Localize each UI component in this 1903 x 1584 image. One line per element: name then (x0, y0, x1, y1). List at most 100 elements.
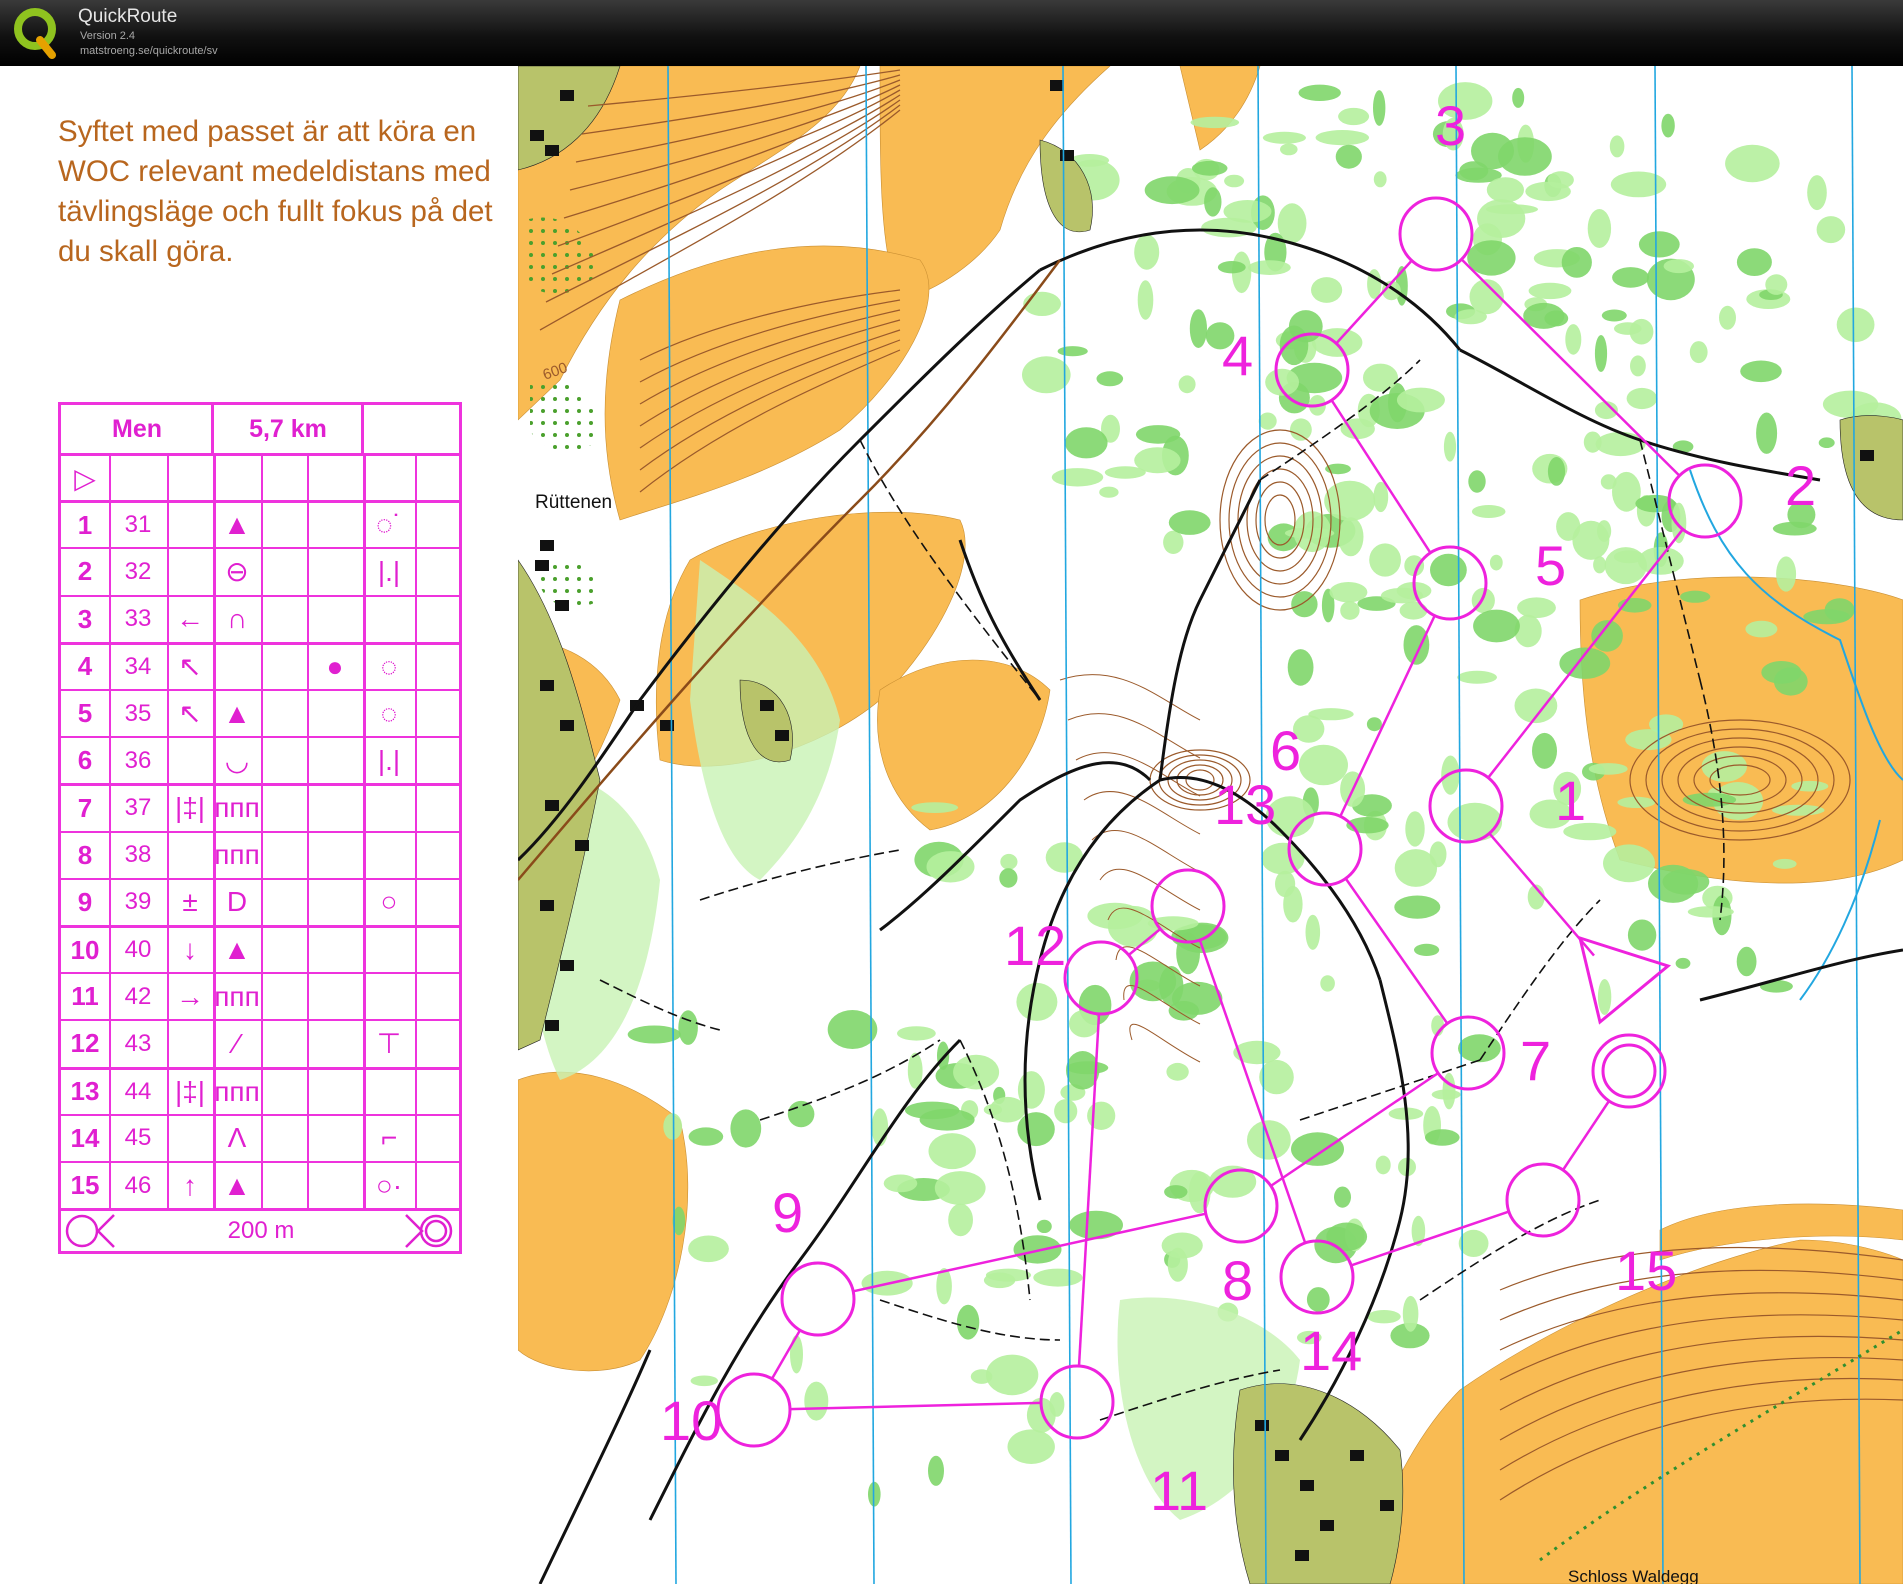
grid-line (363, 738, 366, 784)
orienteering-map[interactable]: 1 2 3 4 5 6 7 8 9 10 11 12 13 14 15 Rüttenen Schloss W… (518, 66, 1903, 1584)
vegetation-patch (1594, 335, 1608, 372)
vegetation-patch (1399, 601, 1428, 620)
building (540, 540, 554, 551)
feature-symbol: D (226, 886, 248, 918)
vegetation-patch (1096, 371, 1124, 387)
vegetation-patch (787, 1100, 815, 1128)
grid-line (167, 644, 169, 689)
vegetation-patch (911, 802, 959, 813)
grid-line (415, 832, 417, 878)
grid-line (307, 1069, 309, 1114)
grid-line (307, 456, 309, 501)
grid-line (109, 1021, 111, 1067)
detail-symbol (307, 738, 363, 783)
building (1380, 1500, 1394, 1511)
vegetation-patch (1447, 802, 1503, 842)
control-number-label: 5 (1535, 534, 1566, 597)
control-number-label: 1 (1555, 769, 1586, 832)
vegetation-patch (1791, 780, 1829, 792)
control-code: 39 (124, 888, 152, 916)
control-desc-row: 4 34 ↖ ● ◌ (61, 641, 459, 689)
vegetation-patch (1561, 247, 1592, 278)
vegetation-patch (1000, 853, 1018, 870)
detail-symbol (307, 1116, 363, 1161)
control-number-label: 12 (1004, 914, 1066, 977)
grid-line (167, 503, 169, 548)
grid-line (363, 832, 366, 878)
vegetation-patch (1468, 470, 1486, 493)
grid-line (167, 596, 169, 642)
control-number-label: 9 (772, 1181, 803, 1244)
grid-line (109, 549, 111, 595)
building (545, 800, 559, 811)
vegetation-patch (1745, 620, 1778, 638)
grid-line (213, 549, 216, 595)
grid-line (213, 691, 216, 737)
control-number: 5 (77, 698, 93, 729)
vegetation-patch (1291, 1132, 1344, 1166)
grid-line (213, 503, 216, 548)
grid-line (415, 1069, 417, 1114)
control-number-label: 7 (1520, 1029, 1551, 1092)
grid-line (109, 1069, 111, 1114)
control-desc-row: 6 36 ◡ |.| (61, 736, 459, 784)
feature-symbol: ▲ (223, 509, 251, 541)
detail-symbol (307, 1070, 363, 1114)
grid-line (307, 928, 309, 973)
vegetation-patch (1687, 906, 1734, 918)
vegetation-patch (1369, 543, 1401, 577)
grid-line (363, 596, 366, 642)
control-desc-row: 10 40 ↓ ▲ (61, 925, 459, 973)
vegetation-patch (1736, 248, 1772, 276)
control-code: 44 (124, 1077, 152, 1105)
vegetation-patch (730, 1109, 762, 1148)
vegetation-patch (928, 1133, 976, 1170)
detail-symbol (307, 880, 363, 925)
control-number-label: 4 (1222, 324, 1253, 387)
position-symbol (363, 1070, 415, 1114)
control-number-label: 8 (1222, 1249, 1253, 1312)
control-code: 33 (124, 605, 152, 633)
grid-line (415, 503, 417, 548)
control-number: 10 (70, 934, 100, 965)
building (555, 600, 569, 611)
position-symbol: ◌ (380, 650, 398, 682)
vegetation-patch (883, 1174, 918, 1193)
grid-line (261, 596, 263, 642)
vegetation-patch (1517, 597, 1556, 618)
building (1860, 450, 1874, 461)
vegetation-patch (1396, 387, 1445, 413)
grid-line (109, 738, 111, 784)
vegetation-patch (1375, 1155, 1391, 1175)
grid-line (307, 832, 309, 878)
vegetation-patch (1340, 601, 1360, 620)
control-code: 43 (124, 1029, 152, 1057)
direction-symbol: ↑ (183, 1169, 197, 1201)
grid-line (415, 879, 417, 925)
grid-line (261, 832, 263, 878)
vegetation-patch (1262, 131, 1306, 144)
vegetation-patch (1087, 1101, 1116, 1131)
detail-symbol (307, 928, 363, 972)
grid-line (167, 974, 169, 1020)
vegetation-patch (1164, 1185, 1188, 1199)
direction-symbol (167, 1116, 213, 1161)
vegetation-patch (1326, 1222, 1368, 1251)
vegetation-patch (1367, 1310, 1401, 1324)
vegetation-patch (1597, 979, 1612, 1015)
vegetation-patch (1671, 502, 1687, 544)
building (1320, 1520, 1334, 1531)
vegetation-patch (1617, 796, 1656, 809)
direction-symbol (167, 503, 213, 547)
control-number: 14 (70, 1122, 100, 1153)
vegetation-patch (1807, 175, 1827, 211)
vegetation-patch (1366, 717, 1382, 732)
building (535, 560, 549, 571)
vegetation-patch (1223, 200, 1272, 223)
feature-symbol: ▲ (223, 697, 251, 729)
grid-line (261, 503, 263, 548)
vegetation-patch (1023, 291, 1061, 316)
grid-line (213, 786, 216, 831)
vegetation-patch (1178, 375, 1196, 394)
grid-line (167, 928, 169, 973)
